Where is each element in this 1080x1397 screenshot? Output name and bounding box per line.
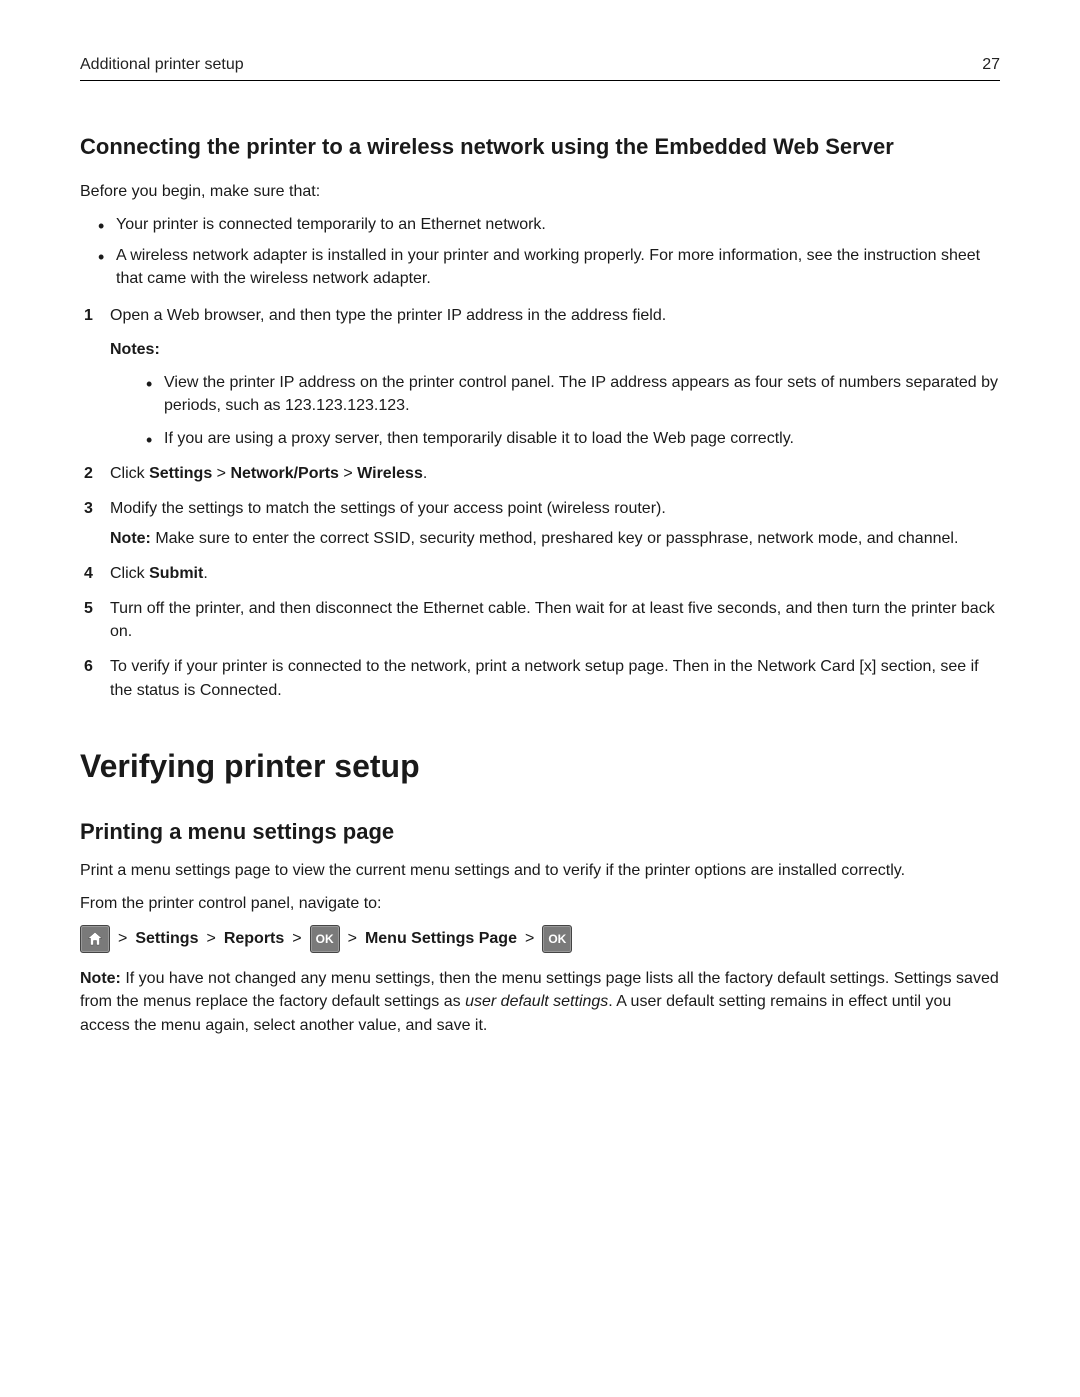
- step-text: To verify if your printer is connected t…: [110, 658, 979, 698]
- notes-list: View the printer IP address on the print…: [110, 371, 1000, 451]
- step-text: Turn off the printer, and then disconnec…: [110, 600, 995, 640]
- paragraph: From the printer control panel, navigate…: [80, 892, 1000, 915]
- section-heading-verifying: Verifying printer setup: [80, 748, 1000, 785]
- paragraph: Print a menu settings page to view the c…: [80, 859, 1000, 882]
- nav-menu-settings-page: Menu Settings Page: [365, 930, 517, 948]
- home-icon: [80, 925, 110, 953]
- subsection-heading-menu-settings: Printing a menu settings page: [80, 819, 1000, 845]
- footer-note: Note: If you have not changed any menu s…: [80, 967, 1000, 1037]
- step-text: Click Settings > Network/Ports > Wireles…: [110, 465, 427, 482]
- prereq-list: Your printer is connected temporarily to…: [80, 213, 1000, 291]
- navigation-path: > Settings > Reports > OK > Menu Setting…: [80, 925, 1000, 953]
- chevron-right-icon: >: [292, 930, 301, 948]
- list-item: A wireless network adapter is installed …: [80, 244, 1000, 290]
- step-number: 3: [84, 497, 93, 520]
- step-text: Open a Web browser, and then type the pr…: [110, 307, 666, 324]
- step-4: 4 Click Submit.: [80, 562, 1000, 585]
- step-number: 6: [84, 655, 93, 678]
- step-6: 6 To verify if your printer is connected…: [80, 655, 1000, 701]
- chevron-right-icon: >: [206, 930, 215, 948]
- step-text: Modify the settings to match the setting…: [110, 500, 666, 517]
- notes-label: Notes:: [110, 338, 1000, 361]
- step-5: 5 Turn off the printer, and then disconn…: [80, 597, 1000, 643]
- step-3: 3 Modify the settings to match the setti…: [80, 497, 1000, 549]
- document-page: Additional printer setup 27 Connecting t…: [0, 0, 1080, 1397]
- chevron-right-icon: >: [118, 930, 127, 948]
- intro-text: Before you begin, make sure that:: [80, 180, 1000, 203]
- ok-button-icon: OK: [310, 925, 340, 953]
- page-header: Additional printer setup 27: [80, 56, 1000, 81]
- chevron-right-icon: >: [525, 930, 534, 948]
- section-heading-wireless: Connecting the printer to a wireless net…: [80, 133, 1000, 162]
- chevron-right-icon: >: [348, 930, 357, 948]
- ok-button-icon: OK: [542, 925, 572, 953]
- nav-reports: Reports: [224, 930, 284, 948]
- step-number: 4: [84, 562, 93, 585]
- step-2: 2 Click Settings > Network/Ports > Wirel…: [80, 462, 1000, 485]
- nav-settings: Settings: [135, 930, 198, 948]
- step-note: Note: Make sure to enter the correct SSI…: [110, 527, 1000, 550]
- page-number: 27: [982, 56, 1000, 74]
- list-item: View the printer IP address on the print…: [110, 371, 1000, 417]
- header-title: Additional printer setup: [80, 56, 244, 74]
- list-item: If you are using a proxy server, then te…: [110, 427, 1000, 450]
- list-item: Your printer is connected temporarily to…: [80, 213, 1000, 236]
- step-1: 1 Open a Web browser, and then type the …: [80, 304, 1000, 450]
- step-text: Click Submit.: [110, 565, 208, 582]
- step-number: 5: [84, 597, 93, 620]
- step-number: 1: [84, 304, 93, 327]
- steps-list: 1 Open a Web browser, and then type the …: [80, 304, 1000, 701]
- step-number: 2: [84, 462, 93, 485]
